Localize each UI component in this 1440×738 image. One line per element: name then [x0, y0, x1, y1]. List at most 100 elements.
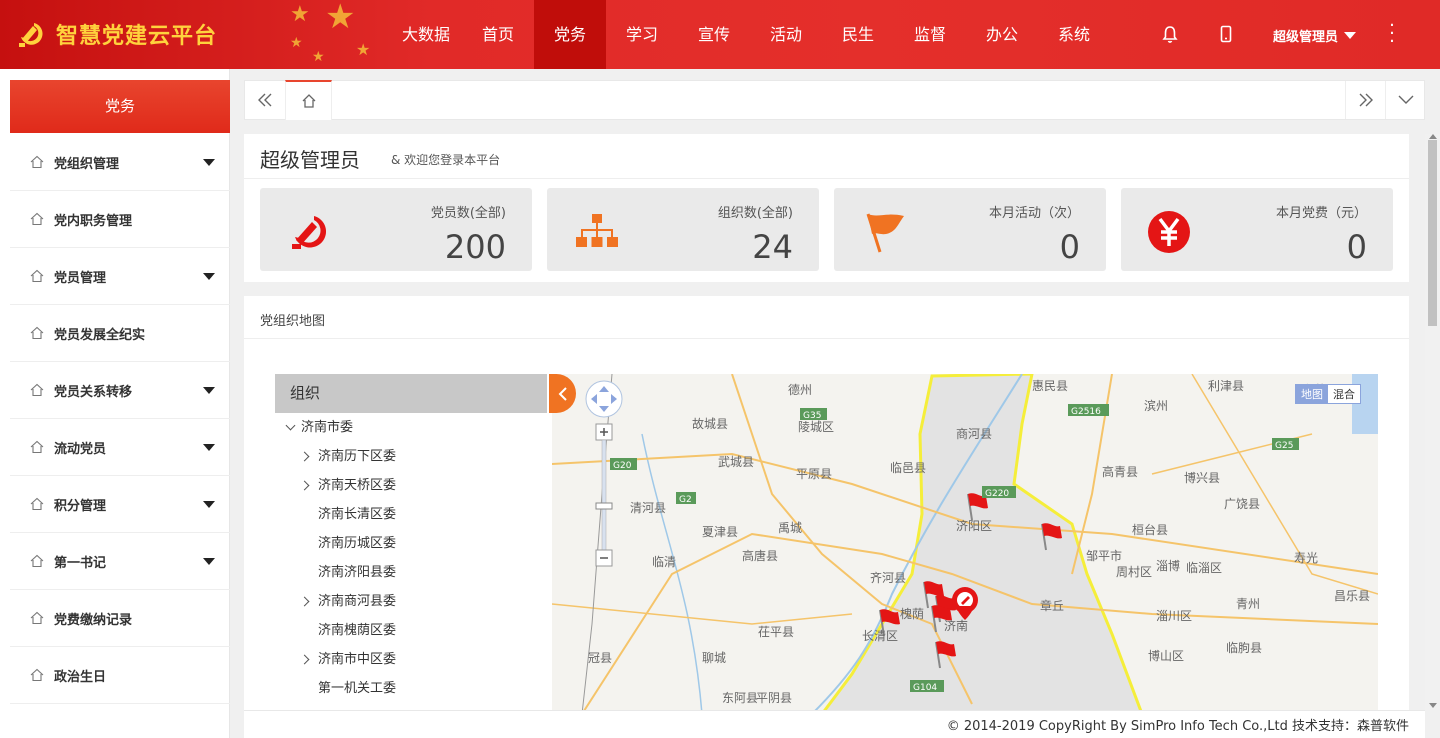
home-icon: [30, 497, 44, 511]
tree-node[interactable]: 济南长清区委: [275, 500, 547, 529]
map-place-label: 寿光: [1294, 551, 1318, 565]
tree-node-label: 济南历下区委: [318, 449, 397, 464]
tab-bar: [244, 80, 1425, 120]
map-place-label: 周村区: [1116, 565, 1152, 579]
sidebar-item[interactable]: 党员管理: [10, 248, 230, 305]
page-scrollbar[interactable]: [1425, 134, 1440, 710]
mobile-icon[interactable]: [1216, 24, 1236, 44]
zoom-handle: [595, 502, 613, 510]
nav-item[interactable]: 学习: [606, 0, 678, 69]
road-shield: G20: [610, 458, 637, 471]
sidebar-item[interactable]: 党内职务管理: [10, 191, 230, 248]
map-place-label: 青州: [1236, 597, 1260, 611]
road-shield: G25: [1272, 438, 1299, 451]
scroll-left-button[interactable]: [245, 81, 285, 119]
sidebar-item[interactable]: 流动党员: [10, 419, 230, 476]
tree-node-label: 济南天桥区委: [318, 478, 397, 493]
road-shield: G2: [676, 492, 696, 505]
tree-node[interactable]: 第一机关工委: [275, 674, 547, 694]
user-menu[interactable]: 超级管理员: [1273, 26, 1357, 45]
tree-node[interactable]: 济南济阳县委: [275, 558, 547, 587]
stat-label: 本月党费（元）: [1275, 206, 1367, 221]
welcome-name: 超级管理员: [260, 148, 360, 172]
stat-card-orgs: 组织数(全部) 24: [547, 188, 819, 271]
nav-item[interactable]: 党务: [534, 0, 606, 69]
chevron-down-icon: [203, 159, 215, 166]
map-type-map[interactable]: 地图: [1296, 385, 1328, 403]
map-place-label: 陵城区: [798, 420, 834, 434]
sidebar-item-label: 流动党员: [54, 441, 107, 457]
home-icon: [30, 269, 44, 283]
nav-item[interactable]: 系统: [1038, 0, 1110, 69]
scroll-right-button[interactable]: [1345, 81, 1385, 119]
decor-star-icon: ★: [290, 35, 303, 51]
tab-home[interactable]: [285, 80, 332, 120]
tree-node[interactable]: 济南槐荫区委: [275, 616, 547, 645]
chevron-down-icon: [1344, 32, 1357, 39]
chevron-right-icon: [299, 654, 310, 665]
tree-node[interactable]: 济南市中区委: [275, 645, 547, 674]
nav-item[interactable]: 活动: [750, 0, 822, 69]
map-place-label: 广饶县: [1224, 497, 1260, 511]
sidebar-item-label: 党内职务管理: [54, 213, 133, 229]
nav-item[interactable]: 大数据: [390, 0, 462, 69]
chevron-right-icon: [299, 596, 310, 607]
yuan-icon: [1148, 211, 1190, 253]
nav-item[interactable]: 办公: [966, 0, 1038, 69]
app-logo[interactable]: 智慧党建云平台: [14, 17, 217, 51]
bell-icon[interactable]: [1160, 24, 1180, 44]
org-tree: 组织 济南市委 济南历下区委 济南天桥区委 济南长清区委 济南历城区委 济南济阳县委 济南…: [275, 374, 547, 694]
sidebar-item[interactable]: 积分管理: [10, 476, 230, 533]
sidebar-item[interactable]: 党员发展全纪实: [10, 305, 230, 362]
scroll-down-icon[interactable]: [1429, 703, 1437, 708]
map-place-label: 茌平县: [758, 625, 794, 639]
more-vertical-icon[interactable]: · · ·: [1382, 17, 1402, 51]
top-navbar: ★ ★ ★ ★ ★ 智慧党建云平台 大数据 首页 党务 学习 宣传 活动 民生 监督 办公 系统 …: [0, 0, 1440, 69]
jinan-region: [820, 374, 1144, 714]
stat-value: 0: [1059, 228, 1080, 266]
sidebar-item[interactable]: 政治生日: [10, 647, 230, 704]
sidebar-item-label: 党员管理: [54, 270, 107, 286]
map-place-label: 博山区: [1148, 648, 1184, 663]
double-chevron-left-icon: [258, 93, 272, 107]
map-place-label: 临清: [652, 555, 676, 569]
stat-card-members: 党员数(全部) 200: [260, 188, 532, 271]
map-place-label: 禹城: [778, 521, 802, 535]
home-icon: [30, 611, 44, 625]
map-canvas[interactable]: 德州惠民县利津县东营故城县陵城区滨州商河县武城县临邑县高青县博兴县平原县广饶县济…: [552, 374, 1378, 714]
map-place-label: 东阿县: [722, 691, 758, 705]
nav-item[interactable]: 宣传: [678, 0, 750, 69]
map-place-label: 高青县: [1102, 464, 1138, 479]
tree-node-label: 济南长清区委: [318, 507, 397, 522]
nav-item[interactable]: 监督: [894, 0, 966, 69]
tree-node[interactable]: 济南天桥区委: [275, 471, 547, 500]
scroll-up-icon[interactable]: [1429, 134, 1437, 139]
chevron-right-icon: [299, 451, 310, 462]
stat-label: 本月活动（次）: [988, 206, 1080, 221]
home-icon: [30, 212, 44, 226]
map-type-switch: 地图 混合: [1295, 384, 1361, 404]
panel-title: 党组织地图: [260, 314, 326, 329]
stat-card-activities: 本月活动（次） 0: [834, 188, 1106, 271]
tree-node[interactable]: 济南历城区委: [275, 529, 547, 558]
tree-node[interactable]: 济南商河县委: [275, 587, 547, 616]
tree-node[interactable]: 济南历下区委: [275, 442, 547, 471]
svg-text:G20: G20: [613, 461, 632, 471]
sidebar-item[interactable]: 党费缴纳记录: [10, 590, 230, 647]
sidebar-item-label: 党员关系转移: [54, 384, 133, 400]
user-name: 超级管理员: [1273, 30, 1339, 45]
tab-menu-button[interactable]: [1385, 81, 1425, 119]
scrollbar-thumb[interactable]: [1428, 140, 1437, 326]
sidebar-item[interactable]: 第一书记: [10, 533, 230, 590]
stat-value: 0: [1346, 228, 1367, 266]
sidebar-item[interactable]: 党员关系转移: [10, 362, 230, 419]
sidebar-item[interactable]: 党组织管理: [10, 134, 230, 191]
welcome-message: & 欢迎您登录本平台: [391, 153, 501, 167]
tree-node-root[interactable]: 济南市委: [275, 413, 547, 442]
map-type-hybrid[interactable]: 混合: [1328, 385, 1360, 403]
map-place-label: 淄川区: [1156, 609, 1192, 623]
svg-text:G2516: G2516: [1071, 407, 1101, 417]
nav-item[interactable]: 民生: [822, 0, 894, 69]
welcome-panel: 超级管理员 & 欢迎您登录本平台 党员数(全部) 200 组织数(全部) 24 …: [244, 134, 1409, 282]
nav-item[interactable]: 首页: [462, 0, 534, 69]
